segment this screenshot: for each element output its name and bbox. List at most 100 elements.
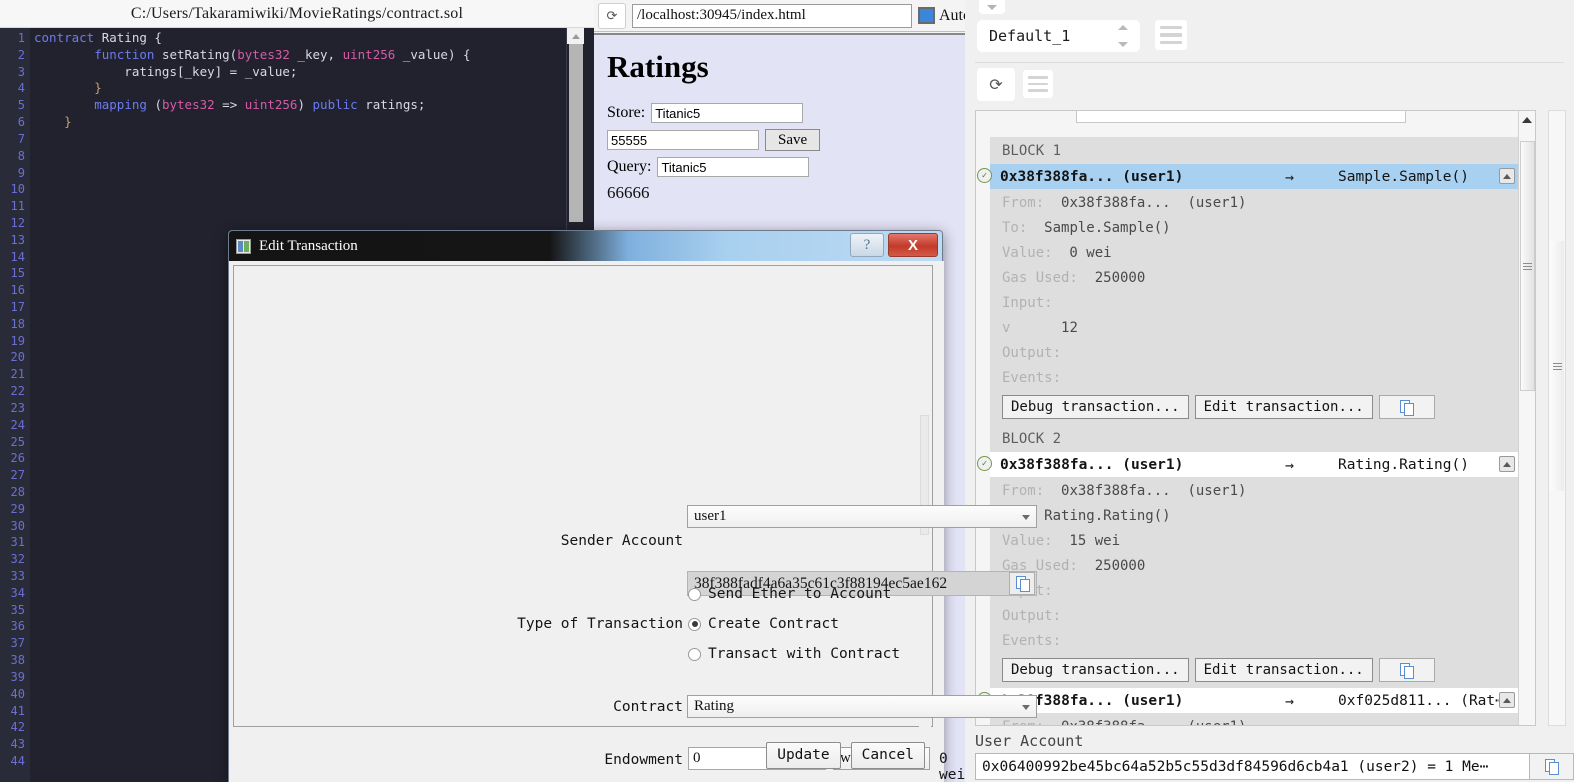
line-number: 38	[10, 653, 25, 668]
environment-selector[interactable]: Default_1	[977, 20, 1140, 52]
detail-label: From:	[1002, 719, 1044, 725]
radio-icon[interactable]	[688, 647, 701, 661]
dialog-scrollbar[interactable]	[919, 267, 931, 727]
url-input[interactable]: /localhost:30945/index.html	[632, 3, 912, 28]
radio-send-ether[interactable]: Send Ether to Account	[688, 586, 891, 602]
help-button[interactable]: ?	[850, 233, 884, 257]
detail-label: Output:	[1002, 345, 1062, 361]
collapse-toggle-icon[interactable]	[1499, 456, 1515, 472]
endowment-display: 0 wei	[939, 751, 966, 782]
refresh-icon[interactable]: ⟳	[977, 68, 1015, 101]
save-button[interactable]: Save	[765, 129, 821, 151]
line-number: 36	[10, 619, 25, 634]
sender-account-value: user1	[694, 508, 727, 524]
detail-value: 0 wei	[1052, 245, 1112, 261]
auto-refresh-toggle[interactable]: Auto	[918, 7, 971, 25]
dialog-titlebar[interactable]: Edit Transaction ? X	[229, 231, 942, 261]
copy-icon[interactable]	[1530, 753, 1574, 780]
collapse-toggle-icon[interactable]	[1499, 168, 1515, 184]
collapse-toggle-icon[interactable]	[1499, 692, 1515, 708]
radio-label: Transact with Contract	[708, 646, 901, 662]
line-number: 17	[10, 300, 25, 314]
sender-account-label: Sender Account	[560, 533, 683, 549]
detail-label: To:	[1002, 220, 1028, 236]
detail-line: To: Rating.Rating()	[1002, 504, 1521, 529]
radio-icon-selected[interactable]	[688, 617, 701, 631]
hamburger-menu-icon[interactable]	[1155, 20, 1187, 50]
transaction-header[interactable]: ✓0x38f388fa... (user1)→0xf025d811... (Ra…	[977, 688, 1521, 713]
transaction-card: ✓ 0x38f388fa... (user1) → Rating.Rating() Fr…	[977, 452, 1521, 688]
store-input[interactable]: Titanic5	[651, 103, 804, 123]
chevron-down-icon[interactable]	[979, 0, 1005, 14]
user-account-value[interactable]: 0x06400992be45bc64a52b5c55d3df84596d6cb4…	[975, 753, 1530, 780]
stepper-down-icon[interactable]	[1118, 42, 1128, 47]
detail-value: 0x38f388fa... (user1)	[1044, 483, 1247, 499]
code-line: }	[34, 114, 594, 131]
stepper-up-icon[interactable]	[1118, 25, 1128, 30]
cancel-button[interactable]: Cancel	[850, 741, 925, 769]
reload-icon[interactable]: ⟳	[598, 2, 626, 29]
detail-label: From:	[1002, 195, 1045, 211]
detail-label: Value:	[1002, 533, 1053, 549]
edit-transaction-button[interactable]: Edit transaction...	[1194, 658, 1373, 682]
outer-scrollbar[interactable]	[1548, 110, 1566, 726]
transaction-from: 0x38f388fa... (user1)	[1000, 456, 1184, 473]
transaction-header[interactable]: ✓ 0x38f388fa... (user1) → Rating.Rating()	[977, 452, 1521, 477]
user-account-row: 0x06400992be45bc64a52b5c55d3df84596d6cb4…	[975, 753, 1574, 780]
scroll-up-arrow[interactable]	[1519, 111, 1535, 128]
transaction-actions: Debug transaction... Edit transaction...	[990, 393, 1521, 425]
line-number: 12	[10, 215, 25, 230]
detail-line: Gas Used: 250000	[1002, 266, 1521, 291]
line-number: 15	[10, 266, 25, 281]
copy-icon[interactable]	[1009, 572, 1035, 595]
query-input[interactable]: Titanic5	[657, 157, 810, 177]
detail-line: Value: 15 wei	[1002, 529, 1521, 554]
code-token: mapping	[94, 97, 155, 113]
line-number: 22	[10, 384, 25, 399]
menu-line	[1028, 76, 1048, 79]
scroll-grip-icon	[1552, 362, 1562, 370]
line-number: 9	[17, 165, 25, 180]
radio-transact-with-contract[interactable]: Transact with Contract	[688, 646, 900, 662]
transaction-to: 0xf025d811... (Rat⋯	[1338, 692, 1504, 709]
outer-scroll-thumb[interactable]	[1550, 241, 1564, 491]
debug-transaction-button[interactable]: Debug transaction...	[1002, 395, 1189, 419]
auto-checkbox[interactable]	[918, 7, 935, 24]
copy-icon[interactable]	[1378, 658, 1435, 682]
detail-line: v 12	[1002, 316, 1521, 341]
scroll-thumb[interactable]	[1520, 141, 1535, 391]
detail-line: Gas Used: 250000	[1002, 554, 1521, 579]
hamburger-menu-icon-2[interactable]	[1023, 70, 1053, 98]
debug-transaction-button[interactable]: Debug transaction...	[1002, 658, 1189, 682]
query-result: 66666	[607, 183, 650, 202]
editor-scroll-up-arrow[interactable]	[567, 28, 584, 44]
detail-line: Value: 0 wei	[1002, 241, 1521, 266]
detail-value: 250000	[1077, 270, 1146, 286]
contract-select[interactable]: Rating	[687, 695, 1037, 718]
radio-icon[interactable]	[688, 587, 701, 601]
edit-transaction-button[interactable]: Edit transaction...	[1194, 395, 1373, 419]
close-button[interactable]: X	[888, 233, 938, 257]
code-token: function	[94, 46, 162, 62]
value-input[interactable]: 55555	[607, 130, 759, 150]
code-token: bytes32	[237, 46, 290, 62]
radio-create-contract[interactable]: Create Contract	[688, 616, 839, 632]
transaction-list-scrollbar[interactable]	[1518, 111, 1535, 725]
editor-scroll-thumb[interactable]	[569, 44, 583, 222]
line-number: 30	[10, 518, 25, 533]
sender-account-select[interactable]: user1	[687, 505, 1037, 528]
line-number: 25	[10, 434, 25, 449]
environment-stepper[interactable]	[1116, 25, 1130, 47]
transaction-header[interactable]: ✓ 0x38f388fa... (user1) → Sample.Sample()	[977, 164, 1521, 189]
right-panel-toolbar: Default_1	[965, 0, 1574, 62]
detail-line: To: Sample.Sample()	[1002, 216, 1521, 241]
line-number: 37	[10, 636, 25, 651]
store-row: Store: Titanic5	[607, 103, 967, 123]
transaction-list[interactable]: BLOCK 1 ✓ 0x38f388fa... (user1) → Sample.Sam…	[975, 110, 1536, 726]
copy-icon[interactable]	[1378, 395, 1435, 419]
editor-file-path: C:/Users/Takaramiwiki/MovieRatings/contr…	[0, 0, 594, 28]
update-button[interactable]: Update	[766, 741, 841, 769]
